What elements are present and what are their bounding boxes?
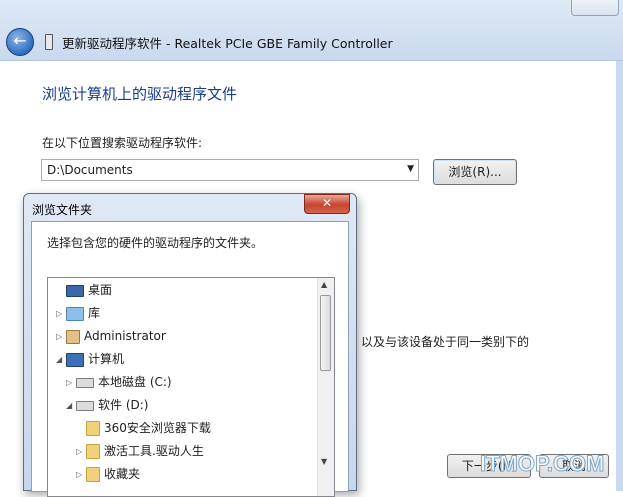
search-location-label: 在以下位置搜索驱动程序软件: (42, 136, 203, 150)
scroll-up-icon[interactable]: ▲ (321, 280, 327, 289)
computer-icon (66, 352, 84, 367)
tree-item-label: 桌面 (88, 283, 113, 297)
drive-icon (76, 377, 94, 388)
library-icon (66, 306, 84, 321)
path-combobox[interactable]: D:\Documents ▼ (41, 159, 419, 181)
tree-item-computer[interactable]: ◢ 计算机 (56, 348, 124, 370)
tree-item-label: 软件 (D:) (98, 398, 149, 412)
tree-item-label: 本地磁盘 (C:) (98, 375, 172, 389)
page-heading: 浏览计算机上的驱动程序文件 (42, 85, 238, 103)
back-arrow-icon[interactable]: ← (6, 28, 34, 56)
tree-item-label: 计算机 (88, 352, 125, 366)
dialog-body: 选择包含您的硬件的驱动程序的文件夹。 桌面 ▷ 库 ▷ Administrator … (31, 221, 349, 497)
tree-scrollbar[interactable]: ▲ ▼ (317, 278, 334, 496)
tree-expander[interactable]: ▷ (76, 464, 86, 486)
tree-item-label: 收藏夹 (104, 467, 141, 481)
device-icon (45, 34, 53, 50)
tree-expander[interactable]: ▷ (56, 303, 66, 325)
tree-item-label: 库 (88, 306, 101, 320)
window-control-button[interactable] (571, 0, 619, 16)
scrollbar-thumb[interactable] (320, 295, 331, 371)
folder-icon (86, 421, 100, 436)
tree-expander[interactable]: ◢ (66, 395, 76, 417)
folder-icon (86, 467, 100, 482)
user-folder-icon (66, 329, 80, 344)
drive-icon (76, 400, 94, 411)
window-title: 更新驱动程序软件 - Realtek PCIe GBE Family Contr… (62, 36, 393, 51)
dropdown-arrow-icon[interactable]: ▼ (407, 164, 414, 174)
window-border (616, 61, 623, 491)
tree-item-label: 360安全浏览器下载 (104, 421, 211, 435)
folder-tree[interactable]: 桌面 ▷ 库 ▷ Administrator ◢ 计算机 ▷ 本地磁盘 (C:) ◢ 软件… (47, 277, 335, 497)
scroll-down-icon[interactable]: ▼ (321, 457, 327, 466)
tree-item-desktop[interactable]: 桌面 (56, 279, 112, 301)
tree-expander[interactable]: ▷ (56, 326, 66, 348)
tree-item-folder[interactable]: ▷ 收藏夹 (76, 463, 140, 485)
dialog-prompt: 选择包含您的硬件的驱动程序的文件夹。 (47, 236, 264, 250)
tree-item-drive-c[interactable]: ▷ 本地磁盘 (C:) (66, 371, 172, 393)
path-value: D:\Documents (47, 163, 133, 177)
tree-item-folder[interactable]: 360安全浏览器下载 (76, 417, 211, 439)
tree-expander[interactable]: ◢ (56, 349, 66, 371)
tree-item-library[interactable]: ▷ 库 (56, 302, 100, 324)
close-button[interactable]: ✕ (304, 194, 350, 214)
tree-item-label: Administrator (84, 329, 166, 343)
tree-expander[interactable]: ▷ (76, 441, 86, 463)
tree-item-drive-d[interactable]: ◢ 软件 (D:) (66, 394, 148, 416)
watermark: ITMOP.COM (479, 451, 605, 477)
tree-expander[interactable]: ▷ (66, 372, 76, 394)
folder-icon (86, 444, 100, 459)
dialog-title: 浏览文件夹 (32, 203, 93, 217)
desktop-icon (66, 284, 84, 297)
tree-item-label: 激活工具.驱动人生 (104, 444, 204, 458)
tree-item-administrator[interactable]: ▷ Administrator (56, 325, 166, 347)
browse-folder-dialog: 浏览文件夹 ✕ 选择包含您的硬件的驱动程序的文件夹。 桌面 ▷ 库 ▷ Admini… (23, 193, 357, 497)
tree-item-folder[interactable]: ▷ 激活工具.驱动人生 (76, 440, 204, 462)
browse-button[interactable]: 浏览(R)... (433, 159, 517, 185)
include-subfolders-text: 以及与该设备处于同一类别下的 (361, 335, 530, 349)
